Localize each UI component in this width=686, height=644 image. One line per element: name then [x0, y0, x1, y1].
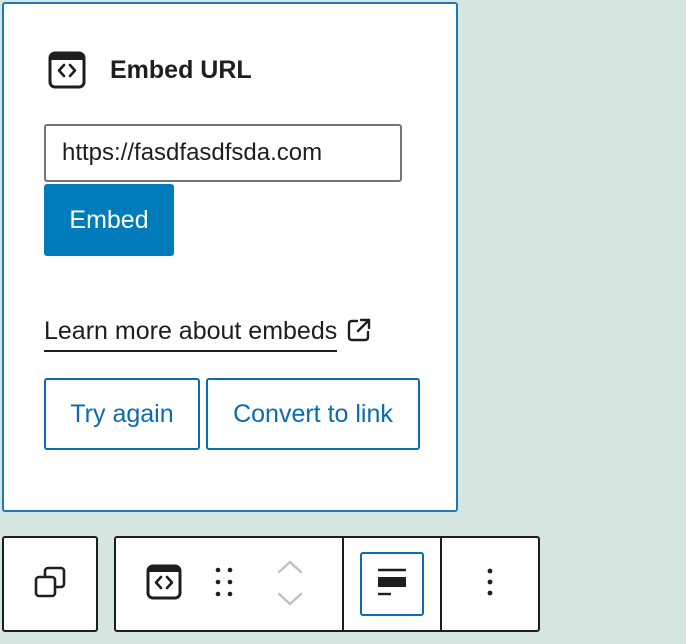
move-down-icon — [276, 591, 304, 612]
block-switcher-button[interactable] — [4, 538, 96, 630]
external-link-icon — [345, 316, 373, 344]
learn-more-link-label: Learn more about embeds — [44, 316, 338, 352]
learn-more-link[interactable]: Learn more about embeds — [44, 316, 373, 352]
embed-block-icon — [146, 564, 182, 605]
more-options-button[interactable] — [442, 538, 538, 630]
move-up-button[interactable] — [264, 554, 316, 584]
block-switcher-group — [2, 536, 98, 632]
align-button[interactable] — [360, 552, 424, 616]
card-title: Embed URL — [110, 55, 252, 84]
embed-button[interactable]: Embed — [44, 184, 174, 256]
drag-handle-button[interactable] — [198, 538, 250, 630]
block-type-button[interactable] — [122, 538, 206, 630]
block-toolbar — [114, 536, 540, 632]
embed-icon — [48, 51, 86, 89]
card-header: Embed URL — [48, 51, 252, 89]
more-options-icon — [486, 567, 494, 602]
convert-to-link-button[interactable]: Convert to link — [206, 378, 420, 450]
move-up-icon — [276, 559, 304, 580]
try-again-button[interactable]: Try again — [44, 378, 200, 450]
toolbar-divider — [342, 538, 344, 630]
drag-handle-icon — [212, 565, 236, 604]
align-left-icon — [375, 565, 409, 604]
embed-placeholder-card: Embed URL Embed Learn more about embeds … — [2, 2, 458, 512]
move-down-button[interactable] — [264, 586, 316, 616]
embed-url-input[interactable] — [44, 124, 402, 182]
block-switcher-icon — [33, 565, 67, 604]
